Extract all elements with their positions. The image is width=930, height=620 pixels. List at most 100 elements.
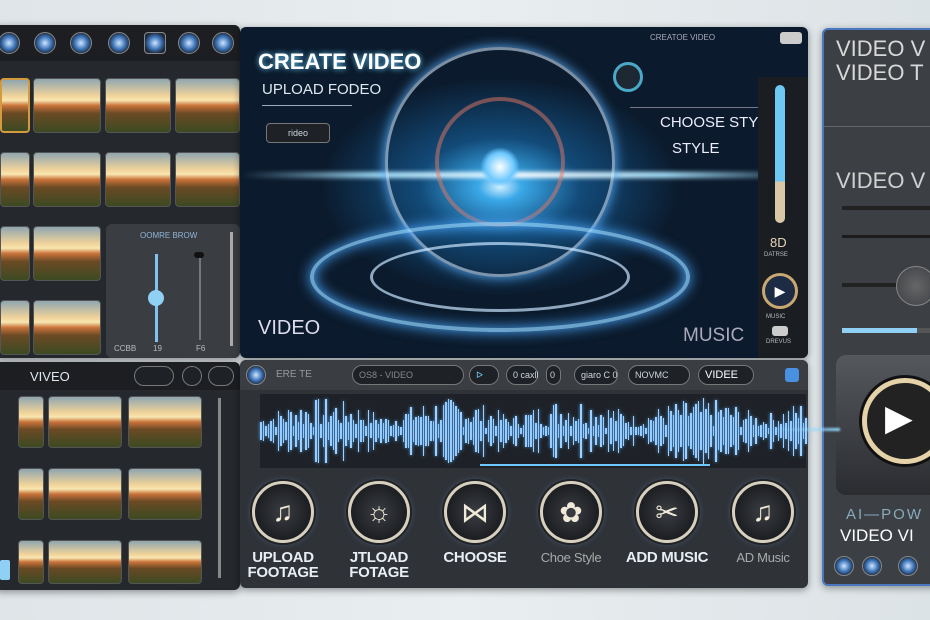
pan-slider-handle[interactable]	[194, 252, 204, 258]
waveform-bar	[572, 417, 574, 445]
clip-thumbnail[interactable]	[48, 468, 122, 520]
butterfly-icon[interactable]: ✿	[540, 481, 602, 543]
brush-icon[interactable]	[613, 62, 643, 92]
sun-gear-icon[interactable]: ☼	[348, 481, 410, 543]
action-label[interactable]: AD Music	[713, 550, 813, 565]
level-slider[interactable]	[775, 85, 785, 223]
upload-icon[interactable]	[898, 556, 918, 576]
disc-icon[interactable]	[70, 32, 92, 54]
clip-thumbnail[interactable]	[18, 396, 44, 448]
waveform-bar	[617, 408, 619, 453]
toolbar-item[interactable]: VIDEE	[698, 365, 754, 385]
clip-thumbnail[interactable]	[33, 78, 101, 133]
master-slider-track[interactable]	[230, 232, 233, 346]
clip-thumbnail[interactable]	[175, 78, 240, 133]
waveform-bar	[740, 426, 742, 436]
playhead-bar[interactable]	[480, 464, 710, 466]
toolbar-item[interactable]: 0 caxll	[506, 365, 539, 385]
toolbar-item[interactable]: 0	[546, 365, 561, 385]
action-label[interactable]: UPLOAD FOOTAGE	[233, 550, 333, 580]
clip-thumbnail[interactable]	[128, 468, 202, 520]
clips-scrollbar[interactable]	[218, 398, 221, 578]
setting-slider-knob[interactable]	[896, 266, 930, 306]
music-note-icon[interactable]: ♫	[252, 481, 314, 543]
clip-thumbnail[interactable]	[33, 226, 101, 281]
clip-thumbnail[interactable]	[105, 78, 171, 133]
share-icon[interactable]	[834, 556, 854, 576]
waveform-bar	[635, 426, 637, 436]
clip-tool-button[interactable]	[182, 366, 202, 386]
video-preview[interactable]: CREATE VIDEO UPLOAD FODEO rideo CREATOE …	[240, 27, 808, 358]
waveform-bar	[415, 417, 417, 445]
panel-title: VIDEO T	[836, 60, 924, 85]
clip-thumbnail[interactable]	[175, 152, 240, 207]
action-label[interactable]: CHOOSE	[425, 550, 525, 565]
waveform-bar	[477, 409, 479, 453]
music-note-icon[interactable]: ♫	[732, 481, 794, 543]
clip-thumbnail[interactable]	[33, 300, 101, 355]
waveform-bar	[392, 424, 394, 438]
waveform-bar	[405, 414, 407, 448]
audio-icon[interactable]	[246, 365, 266, 385]
choose-style-label[interactable]: CHOOSE STYE	[660, 114, 768, 131]
waveform-bar	[512, 418, 514, 444]
waveform-bar	[632, 415, 634, 447]
clip-thumbnail[interactable]	[48, 540, 122, 584]
clip-thumbnail[interactable]	[0, 226, 30, 281]
action-label[interactable]: Choe Style	[521, 550, 621, 565]
window-button[interactable]	[780, 32, 802, 44]
info-icon[interactable]	[862, 556, 882, 576]
clip-thumbnail[interactable]	[105, 152, 171, 207]
style-label[interactable]: STYLE	[672, 140, 720, 157]
clip-thumbnail[interactable]	[0, 300, 30, 355]
action-label[interactable]: JTLOAD FOTAGE	[329, 550, 429, 580]
action-label[interactable]: ADD MUSIC	[617, 550, 717, 565]
clip-thumbnail[interactable]	[128, 540, 202, 584]
scissors-icon[interactable]: ✂	[636, 481, 698, 543]
speaker-icon[interactable]	[772, 326, 788, 336]
clip-thumbnail[interactable]	[0, 78, 30, 133]
setting-bar[interactable]	[842, 235, 930, 238]
clip-thumbnail[interactable]	[48, 396, 122, 448]
clip-thumbnail[interactable]	[18, 468, 44, 520]
toolbar-item[interactable]: ERE TE	[276, 369, 312, 380]
clip-tool-button[interactable]	[134, 366, 174, 386]
waveform-bar	[752, 425, 754, 437]
toolbar-item[interactable]: NOVMC	[628, 365, 690, 385]
waveform-bar	[530, 414, 532, 448]
bowtie-play-icon[interactable]: ⋈	[444, 481, 506, 543]
waveform-bar	[602, 417, 604, 445]
clip-thumbnail[interactable]	[33, 152, 101, 207]
video-toggle-button[interactable]: rideo	[266, 123, 330, 143]
audio-mixer-panel: OOMRE BROW CCBB 19 F6	[106, 224, 240, 358]
clip-thumbnail[interactable]	[128, 396, 202, 448]
toolbar-item[interactable]: giaro C 0	[574, 365, 618, 385]
bottom-label: DREVUS	[766, 339, 792, 345]
waveform-bar	[680, 415, 682, 447]
clip-tool-button[interactable]	[208, 366, 234, 386]
globe-icon[interactable]	[34, 32, 56, 54]
clip-thumbnail[interactable]	[0, 152, 30, 207]
play-button[interactable]: ▶	[762, 273, 798, 309]
cloud-icon[interactable]	[108, 32, 130, 54]
volume-slider-handle[interactable]	[148, 290, 164, 306]
badge-label: DATRSE	[764, 252, 788, 258]
preview-title: CREATE VIDEO	[258, 49, 422, 74]
file-icon[interactable]	[144, 32, 166, 54]
waveform-bar	[535, 422, 537, 440]
waveform-bar	[745, 418, 747, 444]
export-icon[interactable]	[785, 368, 799, 382]
waveform-bar	[742, 420, 744, 442]
hologram-core	[480, 147, 520, 187]
waveform-bar	[352, 419, 354, 443]
target-icon[interactable]	[178, 32, 200, 54]
settings-icon[interactable]	[212, 32, 234, 54]
setting-bar[interactable]	[842, 206, 930, 210]
toolbar-item[interactable]: ᐅ	[469, 365, 499, 385]
audio-waveform[interactable]	[260, 394, 807, 468]
waveform-bar	[350, 413, 352, 449]
toolbar-item[interactable]: OS8 - VIDEO	[352, 365, 464, 385]
waveform-bar	[575, 421, 577, 441]
pan-slider-track[interactable]	[199, 254, 201, 340]
clip-thumbnail[interactable]	[18, 540, 44, 584]
